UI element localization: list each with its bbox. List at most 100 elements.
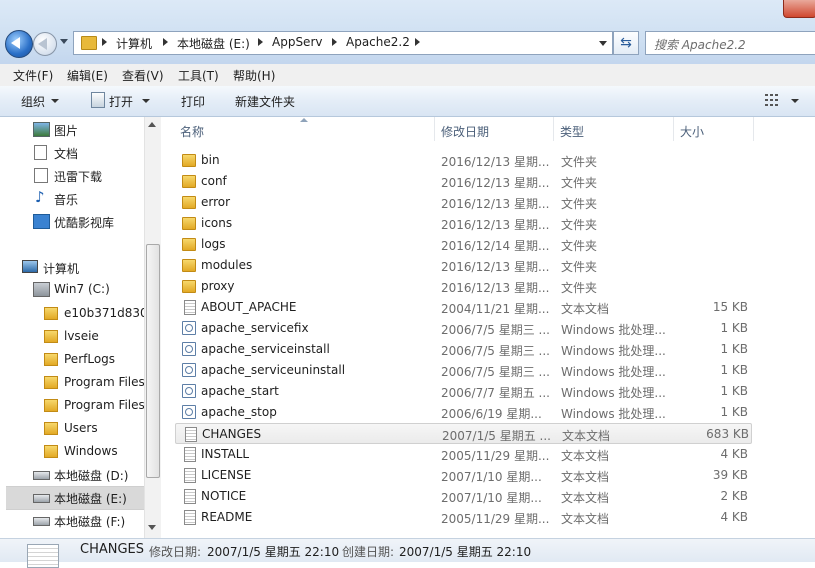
file-row[interactable]: README 2005/11/29 星期... 文本文档 4 KB	[175, 507, 750, 528]
folder-icon	[44, 376, 58, 389]
nav-item-label: 本地磁盘 (D:)	[54, 469, 129, 483]
navigation-scrollbar-thumb[interactable]	[146, 244, 160, 478]
search-placeholder: 搜索 Apache2.2	[654, 38, 746, 52]
text-file-icon	[184, 300, 196, 315]
print-button[interactable]: 打印	[181, 93, 205, 110]
breadcrumb-separator-icon[interactable]	[163, 38, 168, 46]
organize-button[interactable]: 组织	[21, 93, 45, 110]
file-type: 文本文档	[561, 302, 610, 316]
file-row[interactable]: INSTALL 2005/11/29 星期... 文本文档 4 KB	[175, 444, 750, 465]
file-row[interactable]: CHANGES 2007/1/5 星期五 ... 文本文档 683 KB	[175, 423, 752, 444]
close-window-button[interactable]	[783, 0, 815, 18]
breadcrumb-apache[interactable]: Apache2.2	[346, 35, 410, 49]
file-date-modified: 2007/1/10 星期...	[441, 470, 542, 484]
file-name: error	[201, 195, 231, 209]
batch-file-icon	[182, 384, 196, 398]
view-toggle-icon[interactable]	[765, 94, 780, 106]
file-row[interactable]: modules 2016/12/13 星期... 文件夹	[175, 255, 750, 276]
file-row[interactable]: logs 2016/12/14 星期... 文件夹	[175, 234, 750, 255]
file-date-modified: 2004/11/21 星期...	[441, 302, 550, 316]
search-input[interactable]: 搜索 Apache2.2	[645, 31, 815, 55]
back-button[interactable]	[5, 30, 33, 58]
file-row[interactable]: apache_start 2006/7/7 星期五 ... Windows 批处理.…	[175, 381, 750, 402]
open-dropdown-icon[interactable]	[142, 99, 150, 103]
address-history-dropdown[interactable]	[599, 41, 607, 46]
folder-icon	[182, 280, 196, 293]
file-date-modified: 2006/6/19 星期...	[441, 407, 542, 421]
breadcrumb-separator-icon[interactable]	[258, 38, 263, 46]
file-name: INSTALL	[201, 447, 250, 461]
nav-item-label: Windows	[64, 444, 118, 458]
file-type: Windows 批处理...	[561, 344, 666, 358]
file-name: apache_serviceuninstall	[201, 363, 346, 377]
file-row[interactable]: icons 2016/12/13 星期... 文件夹	[175, 213, 750, 234]
file-row[interactable]: LICENSE 2007/1/10 星期... 文本文档 39 KB	[175, 465, 750, 486]
sort-ascending-icon	[300, 118, 308, 122]
menu-help[interactable]: 帮助(H)	[233, 67, 275, 84]
menu-view[interactable]: 查看(V)	[122, 67, 164, 84]
recent-pages-dropdown[interactable]	[60, 39, 68, 44]
file-row[interactable]: apache_stop 2006/6/19 星期... Windows 批处理...…	[175, 402, 750, 423]
forward-button[interactable]	[33, 32, 57, 56]
column-header-type[interactable]: 类型	[560, 123, 584, 140]
nav-item-label: Program Files	[64, 398, 145, 412]
view-options-dropdown-icon[interactable]	[791, 99, 799, 103]
menu-file[interactable]: 文件(F)	[13, 67, 53, 84]
file-row[interactable]: conf 2016/12/13 星期... 文件夹	[175, 171, 750, 192]
scroll-up-arrow-icon[interactable]	[148, 122, 156, 127]
organize-dropdown-icon[interactable]	[51, 99, 59, 103]
file-row[interactable]: apache_serviceinstall 2006/7/5 星期三 ... Win…	[175, 339, 750, 360]
refresh-icon: ⇆	[620, 35, 632, 51]
breadcrumb-separator-icon[interactable]	[415, 38, 420, 46]
refresh-button[interactable]: ⇆	[613, 31, 639, 55]
computer-icon	[22, 260, 38, 273]
file-size: 683 KB	[706, 427, 749, 441]
folder-icon	[44, 422, 58, 435]
breadcrumb-computer[interactable]: 计算机	[116, 35, 152, 52]
nav-item-drive-e[interactable]: 本地磁盘 (E:)	[6, 486, 146, 510]
file-type: 文件夹	[561, 155, 598, 169]
breadcrumb-appserv[interactable]: AppServ	[272, 35, 322, 49]
column-header-date-modified[interactable]: 修改日期	[441, 123, 489, 140]
file-row[interactable]: apache_serviceuninstall 2006/7/5 星期三 ... W…	[175, 360, 750, 381]
column-header-name[interactable]: 名称	[180, 123, 204, 140]
address-field[interactable]: 计算机 本地磁盘 (E:) AppServ Apache2.2	[73, 31, 613, 55]
file-type: Windows 批处理...	[561, 365, 666, 379]
file-row[interactable]: error 2016/12/13 星期... 文件夹	[175, 192, 750, 213]
file-date-modified: 2005/11/29 星期...	[441, 449, 550, 463]
nav-item-label: PerfLogs	[64, 352, 116, 366]
file-name: apache_start	[201, 384, 279, 398]
file-row[interactable]: NOTICE 2007/1/10 星期... 文本文档 2 KB	[175, 486, 750, 507]
file-row[interactable]: apache_servicefix 2006/7/5 星期三 ... Windows…	[175, 318, 750, 339]
batch-file-icon	[182, 321, 196, 335]
file-name: LICENSE	[201, 468, 252, 482]
file-row[interactable]: proxy 2016/12/13 星期... 文件夹	[175, 276, 750, 297]
file-row[interactable]: ABOUT_APACHE 2004/11/21 星期... 文本文档 15 KB	[175, 297, 750, 318]
file-date-modified: 2016/12/13 星期...	[441, 155, 550, 169]
scroll-down-arrow-icon[interactable]	[148, 525, 156, 530]
file-size: 4 KB	[720, 510, 748, 524]
column-header-size[interactable]: 大小	[680, 123, 704, 140]
menu-edit[interactable]: 编辑(E)	[67, 67, 108, 84]
navigation-pane: 图片 文档 迅雷下载 ♪ 音乐 优酷影视库 计算机 Win7 (C:) e10b…	[0, 117, 161, 538]
file-date-modified: 2016/12/14 星期...	[441, 239, 550, 253]
file-date-modified: 2016/12/13 星期...	[441, 281, 550, 295]
file-size: 15 KB	[712, 300, 748, 314]
folder-icon	[182, 154, 196, 167]
folder-icon	[182, 259, 196, 272]
breadcrumb-separator-icon[interactable]	[102, 38, 107, 46]
breadcrumb-drive-e[interactable]: 本地磁盘 (E:)	[177, 35, 250, 52]
video-icon	[33, 214, 50, 229]
menu-tools[interactable]: 工具(T)	[178, 67, 219, 84]
new-folder-button[interactable]: 新建文件夹	[235, 93, 295, 110]
details-created-label: 创建日期:	[342, 545, 395, 559]
nav-item-label: 本地磁盘 (F:)	[54, 515, 126, 529]
file-type: 文本文档	[561, 491, 610, 505]
file-row[interactable]: bin 2016/12/13 星期... 文件夹	[175, 150, 750, 171]
details-pane: CHANGES 修改日期: 2007/1/5 星期五 22:10 创建日期: 2…	[0, 538, 815, 568]
file-type: 文件夹	[561, 176, 598, 190]
breadcrumb-separator-icon[interactable]	[332, 38, 337, 46]
file-type: Windows 批处理...	[561, 386, 666, 400]
open-button[interactable]: 打开	[109, 93, 133, 110]
folder-icon	[44, 445, 58, 458]
